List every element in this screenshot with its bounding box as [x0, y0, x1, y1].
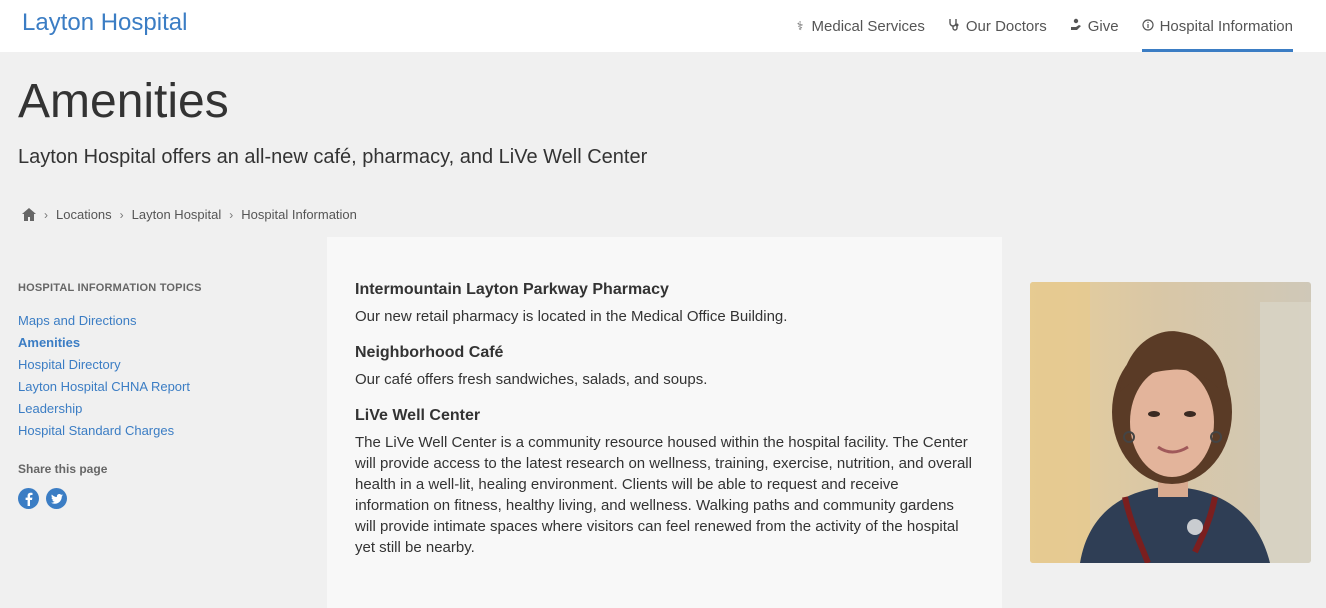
share-label: Share this page — [18, 462, 108, 476]
sidebar-item-amenities[interactable]: Amenities — [18, 332, 308, 354]
nav-label: Our Doctors — [965, 17, 1047, 35]
page-subtitle: Layton Hospital offers an all-new café, … — [18, 146, 648, 168]
nav-label: Medical Services — [811, 17, 925, 35]
section-body-cafe: Our café offers fresh sandwiches, salads… — [355, 371, 708, 388]
home-icon[interactable] — [22, 207, 36, 222]
breadcrumb-separator: › — [119, 207, 124, 222]
section-title-pharmacy: Intermountain Layton Parkway Pharmacy — [355, 281, 669, 298]
caduceus-icon: ⚕ — [796, 19, 804, 33]
nav-give[interactable]: Give — [1070, 0, 1119, 52]
nav-our-doctors[interactable]: Our Doctors — [948, 0, 1047, 52]
sidebar-item-standard-charges[interactable]: Hospital Standard Charges — [18, 420, 308, 442]
breadcrumb-layton-hospital[interactable]: Layton Hospital — [132, 207, 222, 222]
twitter-icon[interactable] — [46, 488, 67, 509]
giving-hand-icon — [1070, 18, 1083, 34]
breadcrumb-separator: › — [229, 207, 234, 222]
sidebar-item-maps-and-directions[interactable]: Maps and Directions — [18, 310, 308, 332]
breadcrumb-hospital-information[interactable]: Hospital Information — [241, 207, 357, 222]
sidebar: HOSPITAL INFORMATION TOPICS Maps and Dir… — [18, 282, 308, 509]
stethoscope-icon — [948, 18, 961, 34]
section-title-live-well: LiVe Well Center — [355, 407, 481, 424]
sidebar-item-chna-report[interactable]: Layton Hospital CHNA Report — [18, 376, 308, 398]
site-header: Layton Hospital ⚕ Medical Services Our D… — [0, 0, 1326, 52]
brand-logo-link[interactable]: Layton Hospital — [22, 9, 187, 37]
sidebar-heading: HOSPITAL INFORMATION TOPICS — [18, 282, 202, 294]
breadcrumb: › Locations › Layton Hospital › Hospital… — [22, 207, 357, 222]
page-title: Amenities — [18, 75, 229, 128]
breadcrumb-locations[interactable]: Locations — [56, 207, 112, 222]
nav-medical-services[interactable]: ⚕ Medical Services — [794, 0, 925, 52]
nav-label: Give — [1087, 17, 1119, 35]
main-nav: ⚕ Medical Services Our Doctors Give Hosp… — [771, 0, 1293, 52]
nav-label: Hospital Information — [1159, 17, 1293, 35]
breadcrumb-separator: › — [44, 207, 48, 222]
sidebar-item-leadership[interactable]: Leadership — [18, 398, 308, 420]
info-circle-icon — [1142, 18, 1155, 34]
facebook-icon[interactable] — [18, 488, 39, 509]
section-body-live-well: The LiVe Well Center is a community reso… — [355, 434, 972, 556]
section-title-cafe: Neighborhood Café — [355, 344, 504, 361]
main-content: Intermountain Layton Parkway Pharmacy Ou… — [327, 237, 1002, 608]
doctor-photo — [1030, 282, 1311, 563]
nav-hospital-information[interactable]: Hospital Information — [1141, 0, 1293, 52]
section-body-pharmacy: Our new retail pharmacy is located in th… — [355, 308, 788, 325]
sidebar-item-hospital-directory[interactable]: Hospital Directory — [18, 354, 308, 376]
social-share — [18, 488, 308, 509]
